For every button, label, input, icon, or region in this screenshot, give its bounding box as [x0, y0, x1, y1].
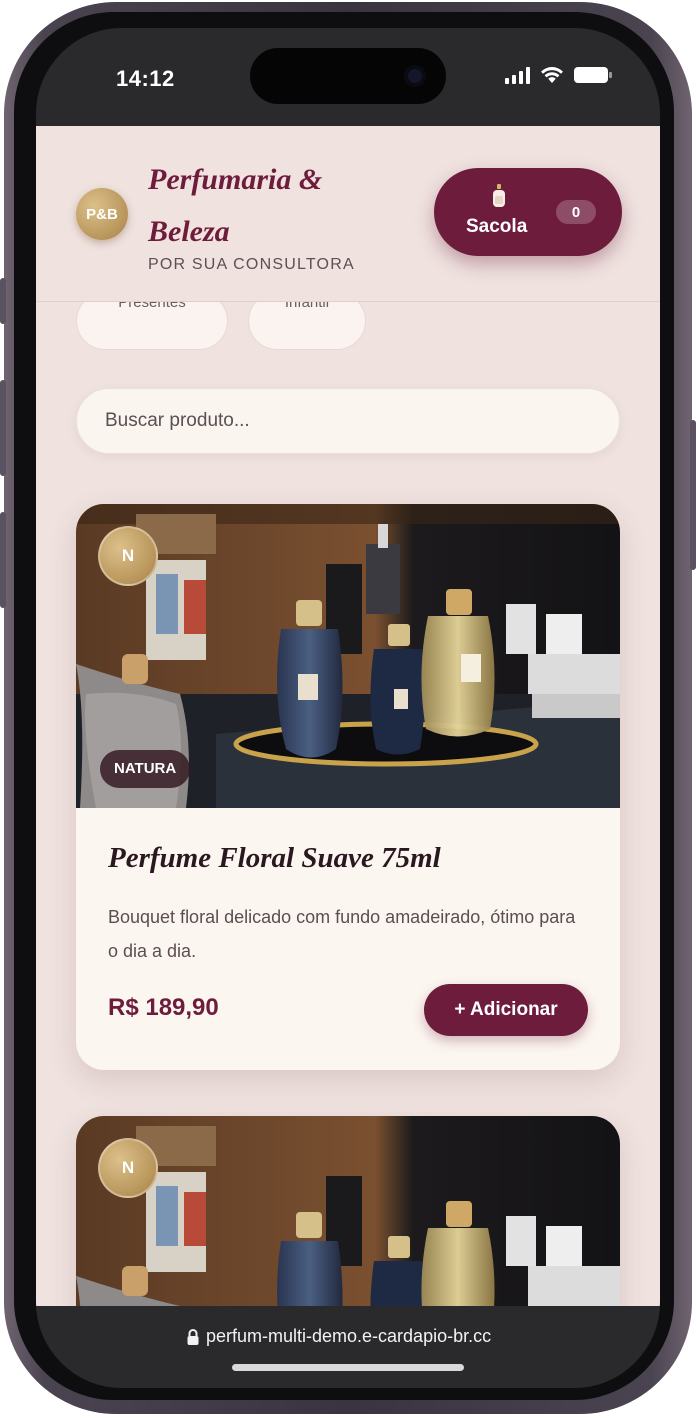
status-bar: 14:12: [36, 28, 660, 126]
url-text[interactable]: perfum-multi-demo.e-cardapio-br.cc: [206, 1326, 491, 1347]
product-image: [76, 1116, 620, 1306]
phone-action-button: [0, 278, 6, 324]
bag-label: Sacola: [466, 216, 528, 237]
product-description: Bouquet floral delicado com fundo amadei…: [108, 907, 576, 961]
product-price: R$ 189,90: [108, 994, 219, 1021]
perfume-bottle-icon: [493, 184, 505, 207]
app-header: P&B Perfumaria & Beleza POR SUA CONSULTO…: [36, 126, 660, 302]
status-icons: [505, 66, 612, 84]
home-indicator[interactable]: [232, 1364, 464, 1371]
product-title: Perfume Floral Suave 75ml: [108, 842, 441, 874]
battery-icon: [574, 67, 612, 83]
product-card[interactable]: N: [76, 1116, 620, 1306]
add-to-bag-button[interactable]: + Adicionar: [424, 984, 588, 1036]
brand-tag: NATURA: [100, 750, 191, 788]
dynamic-island: [250, 48, 446, 104]
brand-initial-badge: N: [98, 1138, 158, 1198]
browser-address-bar[interactable]: perfum-multi-demo.e-cardapio-br.cc: [36, 1306, 660, 1388]
phone-volume-down: [0, 512, 6, 608]
app-content: P&B Perfumaria & Beleza POR SUA CONSULTO…: [36, 126, 660, 1306]
status-time: 14:12: [116, 66, 175, 91]
brand-title: Perfumaria & Beleza: [148, 163, 323, 248]
lock-icon: [187, 1329, 199, 1345]
bag-count-badge: 0: [556, 200, 596, 224]
logo-badge[interactable]: P&B: [76, 188, 128, 240]
phone-screen: 14:12 P&B Perfumaria & Beleza POR SUA CO…: [36, 28, 660, 1388]
phone-volume-up: [0, 380, 6, 476]
search-input[interactable]: [76, 388, 620, 454]
signal-icon: [505, 66, 530, 84]
product-card[interactable]: N NATURA Perfume Floral Suave 75ml Bouqu…: [76, 504, 620, 1070]
brand-tagline: POR SUA CONSULTORA: [148, 256, 355, 273]
wifi-icon: [541, 67, 563, 83]
camera-icon: [404, 65, 426, 87]
brand-initial-badge: N: [98, 526, 158, 586]
bag-button[interactable]: Sacola 0: [434, 168, 622, 256]
phone-power-button: [690, 420, 696, 570]
